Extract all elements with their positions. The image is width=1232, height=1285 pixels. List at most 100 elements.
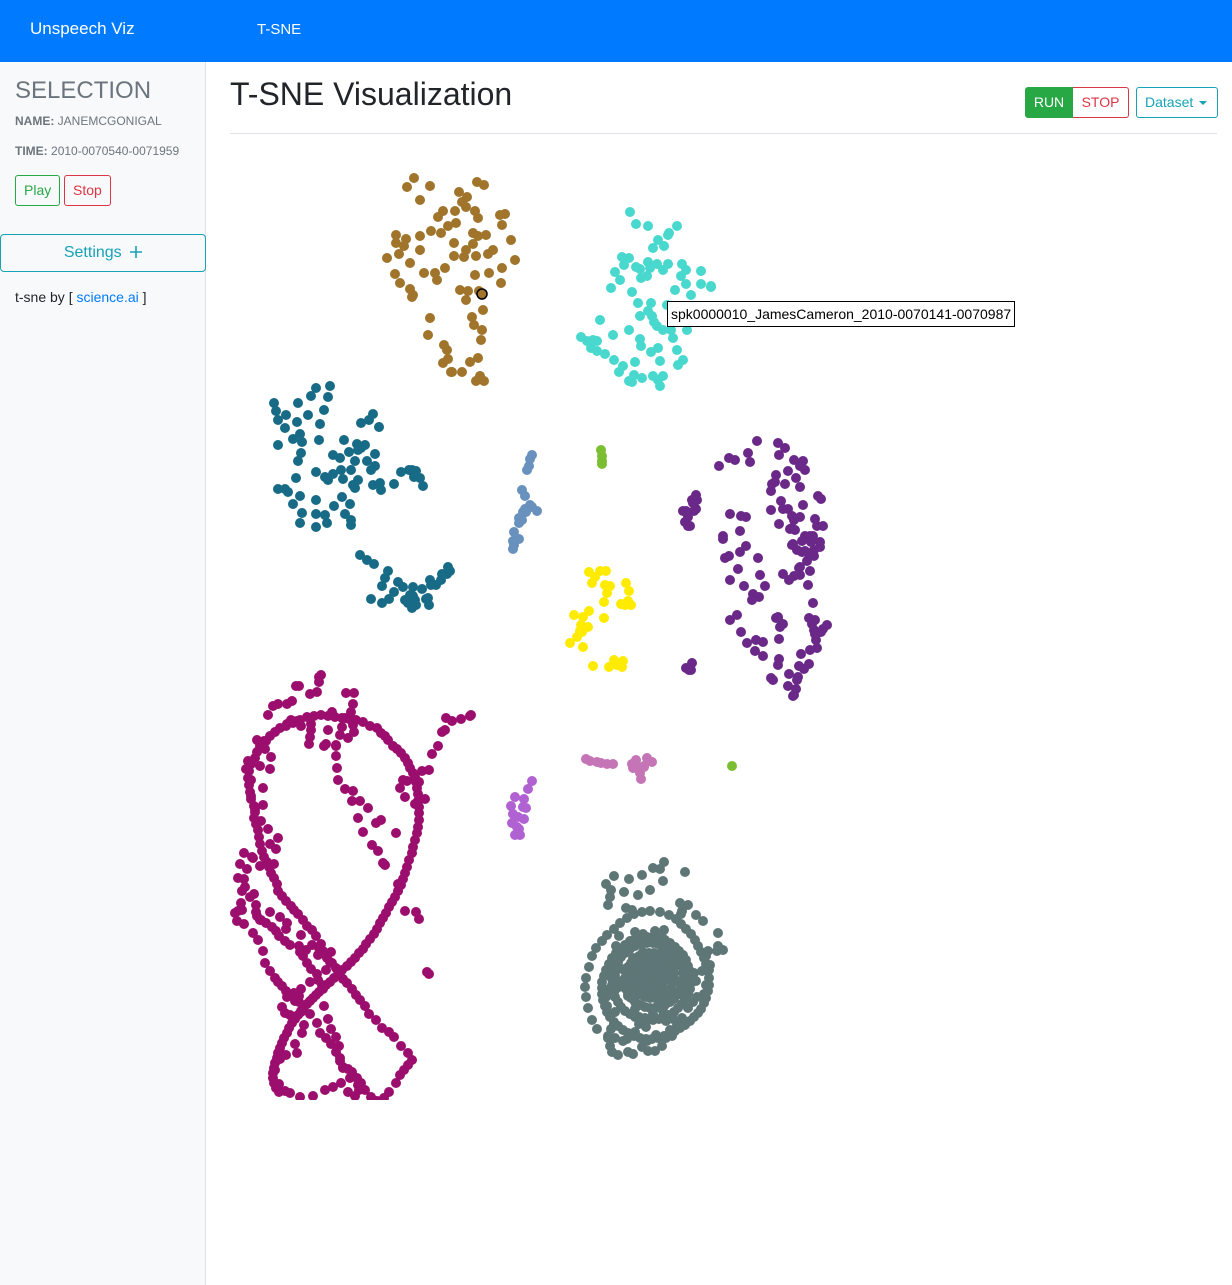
scatter-point[interactable] <box>810 514 820 524</box>
scatter-point[interactable] <box>603 900 613 910</box>
scatter-point[interactable] <box>295 429 305 439</box>
scatter-point[interactable] <box>449 238 459 248</box>
scatter-point[interactable] <box>599 613 609 623</box>
scatter-point[interactable] <box>783 681 793 691</box>
scatter-point[interactable] <box>608 330 618 340</box>
scatter-point[interactable] <box>273 484 283 494</box>
scatter-point[interactable] <box>663 230 673 240</box>
scatter-point[interactable] <box>577 627 587 637</box>
scatter-point[interactable] <box>595 315 605 325</box>
scatter-point[interactable] <box>280 423 290 433</box>
scatter-point[interactable] <box>775 622 785 632</box>
scatter-point[interactable] <box>450 206 460 216</box>
scatter-point[interactable] <box>637 870 647 880</box>
scatter-point[interactable] <box>767 479 777 489</box>
scatter-point[interactable] <box>521 803 531 813</box>
scatter-point[interactable] <box>618 361 628 371</box>
scatter-point[interactable] <box>376 485 386 495</box>
hovered-point[interactable] <box>476 288 488 300</box>
scatter-point[interactable] <box>510 255 520 265</box>
scatter-point[interactable] <box>363 803 373 813</box>
scatter-point[interactable] <box>408 591 418 601</box>
scatter-point[interactable] <box>350 456 360 466</box>
scatter-point[interactable] <box>323 475 333 485</box>
scatter-point[interactable] <box>389 479 399 489</box>
scatter-point[interactable] <box>758 651 768 661</box>
scatter-point[interactable] <box>440 725 450 735</box>
scatter-point[interactable] <box>297 508 307 518</box>
scatter-point[interactable] <box>311 509 321 519</box>
scatter-point[interactable] <box>686 290 696 300</box>
scatter-point[interactable] <box>282 699 292 709</box>
scatter-point[interactable] <box>337 722 347 732</box>
scatter-point[interactable] <box>326 1024 336 1034</box>
scatter-point[interactable] <box>637 373 647 383</box>
scatter-point[interactable] <box>506 235 516 245</box>
scatter-point[interactable] <box>784 669 794 679</box>
scatter-point[interactable] <box>497 263 507 273</box>
scatter-point[interactable] <box>456 714 466 724</box>
scatter-point[interactable] <box>292 1048 302 1058</box>
scatter-point[interactable] <box>427 749 437 759</box>
scatter-point[interactable] <box>615 275 625 285</box>
scatter-point[interactable] <box>349 688 359 698</box>
scatter-point[interactable] <box>778 504 788 514</box>
scatter-point[interactable] <box>725 575 735 585</box>
scatter-point[interactable] <box>513 812 523 822</box>
scatter-point[interactable] <box>415 245 425 255</box>
scatter-point[interactable] <box>628 763 638 773</box>
scatter-point[interactable] <box>692 495 702 505</box>
scatter-point[interactable] <box>274 1087 284 1097</box>
scatter-point[interactable] <box>265 764 275 774</box>
scatter-point[interactable] <box>336 1078 346 1088</box>
scatter-point[interactable] <box>488 245 498 255</box>
scatter-point[interactable] <box>389 587 399 597</box>
scatter-point[interactable] <box>658 371 668 381</box>
scatter-point[interactable] <box>461 202 471 212</box>
scatter-point[interactable] <box>447 716 457 726</box>
scatter-point[interactable] <box>760 581 770 591</box>
scatter-point[interactable] <box>366 594 376 604</box>
scatter-point[interactable] <box>578 642 588 652</box>
scatter-point[interactable] <box>799 664 809 674</box>
scatter-point[interactable] <box>592 336 602 346</box>
scatter-point[interactable] <box>414 914 424 924</box>
scatter-point[interactable] <box>684 665 694 675</box>
scatter-point[interactable] <box>508 536 518 546</box>
scatter-point[interactable] <box>294 681 304 691</box>
scatter-point[interactable] <box>808 598 818 608</box>
scatter-point[interactable] <box>624 874 634 884</box>
scatter-point[interactable] <box>706 282 716 292</box>
scatter-point[interactable] <box>803 580 813 590</box>
scatter-point[interactable] <box>523 784 533 794</box>
dataset-dropdown[interactable]: Dataset <box>1136 87 1218 118</box>
scatter-point[interactable] <box>774 654 784 664</box>
scatter-point[interactable] <box>724 551 734 561</box>
scatter-point[interactable] <box>378 858 388 868</box>
scatter-point[interactable] <box>685 521 695 531</box>
scatter-point[interactable] <box>645 885 655 895</box>
scatter-point[interactable] <box>333 775 343 785</box>
scatter-point[interactable] <box>346 520 356 530</box>
scatter-point[interactable] <box>774 634 784 644</box>
scatter-point[interactable] <box>798 456 808 466</box>
scatter-point[interactable] <box>323 725 333 735</box>
scatter-point[interactable] <box>796 649 806 659</box>
scatter-point[interactable] <box>624 325 634 335</box>
scatter-point[interactable] <box>627 287 637 297</box>
scatter-point[interactable] <box>646 972 656 982</box>
scatter-point[interactable] <box>237 886 247 896</box>
scatter-point[interactable] <box>295 518 305 528</box>
scatter-point[interactable] <box>438 358 448 368</box>
scatter-point[interactable] <box>581 992 591 1002</box>
scatter-point[interactable] <box>294 941 304 951</box>
scatter-point[interactable] <box>340 509 350 519</box>
scatter-point[interactable] <box>258 946 268 956</box>
scatter-point[interactable] <box>331 751 341 761</box>
scatter-point[interactable] <box>520 504 530 514</box>
scatter-point[interactable] <box>265 907 275 917</box>
scatter-point[interactable] <box>336 465 346 475</box>
scatter-point[interactable] <box>465 357 475 367</box>
scatter-point[interactable] <box>258 783 268 793</box>
scatter-point[interactable] <box>440 263 450 273</box>
